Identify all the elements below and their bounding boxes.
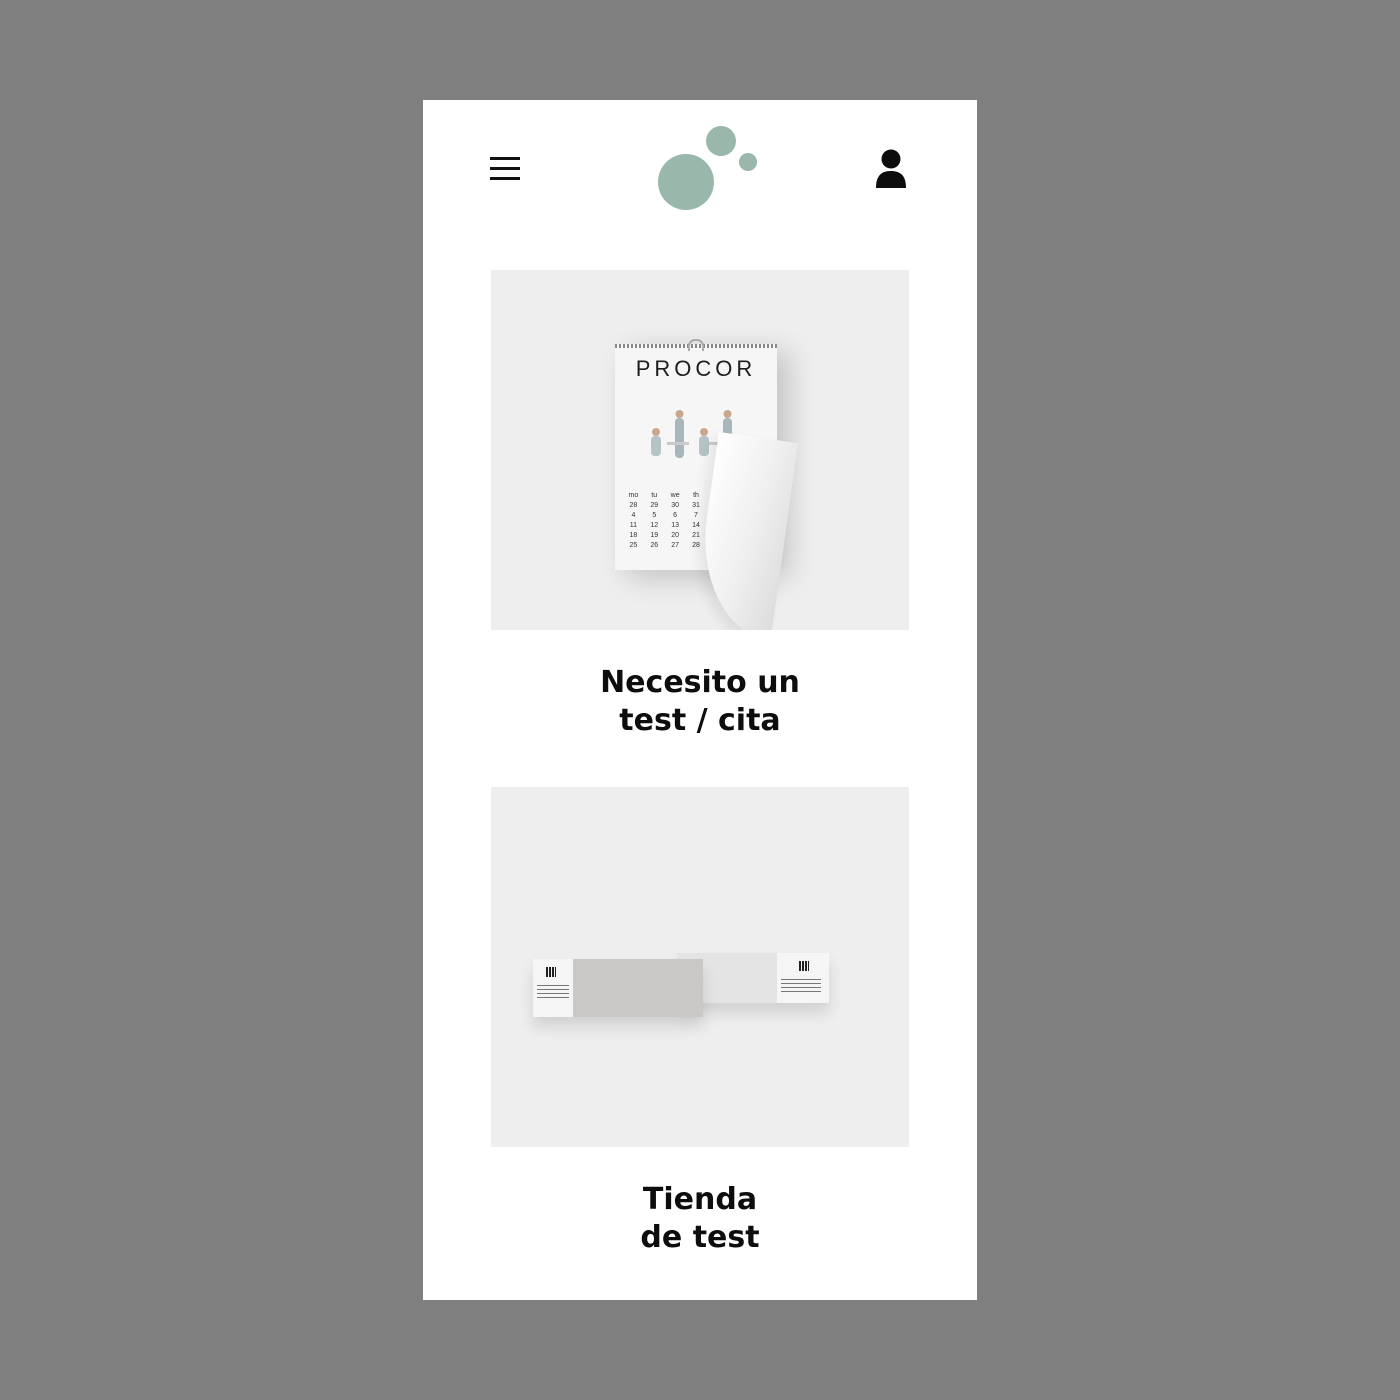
box-side-text-lines <box>537 985 569 1001</box>
calendar-day: 12 <box>650 522 659 529</box>
weekday-label: tu <box>651 492 658 499</box>
test-shop-card[interactable]: Tienda de test <box>491 787 909 1257</box>
calendar-day: 19 <box>650 532 659 539</box>
calendar-photo[interactable]: PROCOR mo tu we th 28 29 30 31 4 5 6 7 1… <box>491 270 909 630</box>
calendar-day: 4 <box>631 512 636 519</box>
three-circles-logo-icon[interactable] <box>653 122 763 217</box>
calendar-day: 31 <box>692 502 700 509</box>
phone-screen: PROCOR mo tu we th 28 29 30 31 4 5 6 7 1… <box>423 100 977 1300</box>
weekday-label: mo <box>628 492 639 499</box>
calendar-day: 5 <box>652 512 657 519</box>
calendar-day: 28 <box>692 542 700 549</box>
calendar-brand: PROCOR <box>635 356 757 381</box>
calendar-hook <box>688 339 704 351</box>
calendar-day: 18 <box>629 532 638 539</box>
box-side-panel <box>777 953 829 1003</box>
app-header <box>423 100 977 270</box>
appointment-card-title[interactable]: Necesito un test / cita <box>491 664 909 740</box>
calendar-day: 28 <box>629 502 638 509</box>
weekday-label: we <box>670 492 680 499</box>
wall-calendar: PROCOR mo tu we th 28 29 30 31 4 5 6 7 1… <box>615 339 799 630</box>
title-line: Necesito un <box>600 665 800 700</box>
calendar-day: 29 <box>650 502 659 509</box>
calendar-day: 20 <box>671 532 680 539</box>
qr-code-icon <box>546 967 556 977</box>
title-line: test / cita <box>619 703 781 738</box>
calendar-day: 27 <box>671 542 680 549</box>
calendar-day: 13 <box>671 522 680 529</box>
calendar-day: 21 <box>692 532 700 539</box>
user-account-icon[interactable] <box>873 148 909 190</box>
title-line: de test <box>640 1220 760 1255</box>
test-shop-card-title[interactable]: Tienda de test <box>491 1181 909 1257</box>
qr-code-icon <box>799 961 809 971</box>
box-side-text-lines <box>781 979 821 995</box>
box-side-panel <box>533 959 573 1017</box>
product-boxes-photo[interactable] <box>491 787 909 1147</box>
calendar-day: 7 <box>694 512 698 519</box>
weekday-label: th <box>693 492 699 499</box>
calendar-day: 30 <box>671 502 680 509</box>
appointment-card[interactable]: PROCOR mo tu we th 28 29 30 31 4 5 6 7 1… <box>491 270 909 740</box>
calendar-day: 26 <box>650 542 659 549</box>
calendar-day: 11 <box>629 522 638 529</box>
calendar-day: 25 <box>629 542 638 549</box>
calendar-day: 14 <box>692 522 700 529</box>
title-line: Tienda <box>642 1182 758 1217</box>
calendar-day: 6 <box>673 512 678 519</box>
hamburger-menu-icon[interactable] <box>487 150 523 186</box>
product-box-front <box>533 959 703 1017</box>
